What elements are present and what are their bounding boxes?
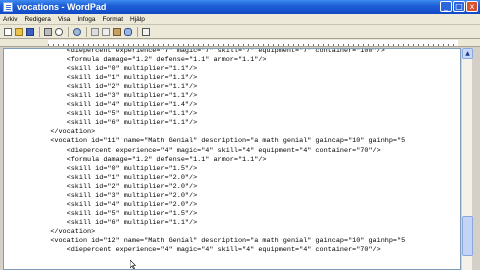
- toolbar: [0, 25, 480, 39]
- wordpad-icon[interactable]: [3, 2, 13, 12]
- save-icon[interactable]: [26, 27, 34, 36]
- undo-icon[interactable]: [124, 27, 132, 36]
- menu-redigera[interactable]: Redigera: [24, 16, 50, 23]
- print-icon[interactable]: [44, 27, 52, 36]
- close-button[interactable]: x: [466, 1, 478, 12]
- document-text: <diepercent experience="7" magic="7" ski…: [34, 48, 406, 255]
- text-line: <skill id="5" multiplier="1.5"/>: [34, 209, 198, 218]
- text-line: <skill id="6" multiplier="1.1"/>: [34, 119, 198, 128]
- menu-hjalp[interactable]: Hjälp: [130, 16, 145, 23]
- text-line: <skill id="3" multiplier="1.1"/>: [34, 92, 198, 101]
- window-controls: _ □ x: [440, 1, 478, 12]
- ruler-scale: [48, 40, 458, 46]
- menu-arkiv[interactable]: Arkiv: [3, 16, 17, 23]
- text-line: <skill id="6" multiplier="1.1"/>: [34, 218, 198, 227]
- text-line: <skill id="5" multiplier="1.1"/>: [34, 110, 198, 119]
- text-line: <vocation id="11" name="Math Genial" des…: [34, 137, 406, 146]
- text-line: <skill id="1" multiplier="2.0"/>: [34, 173, 198, 182]
- new-icon[interactable]: [4, 27, 12, 36]
- text-line: </vocation>: [34, 227, 96, 236]
- print-preview-icon[interactable]: [55, 27, 63, 36]
- ruler[interactable]: [0, 39, 480, 47]
- window-title: vocations - WordPad: [17, 2, 107, 12]
- vertical-scrollbar[interactable]: ▲: [461, 48, 473, 270]
- menu-bar: Arkiv Redigera Visa Infoga Format Hjälp: [0, 14, 480, 25]
- maximize-button[interactable]: □: [453, 1, 465, 12]
- toolbar-separator: [39, 26, 40, 37]
- text-line: <skill id="0" multiplier="1.1"/>: [34, 65, 198, 74]
- text-line: </vocation>: [34, 128, 96, 137]
- text-line: <skill id="4" multiplier="2.0"/>: [34, 200, 198, 209]
- minimize-button[interactable]: _: [440, 1, 452, 12]
- text-line: <diepercent experience="4" magic="4" ski…: [34, 246, 381, 255]
- cut-icon[interactable]: [91, 27, 99, 36]
- text-line: <diepercent experience="7" magic="7" ski…: [34, 48, 385, 55]
- toolbar-separator: [86, 26, 87, 37]
- copy-icon[interactable]: [102, 27, 110, 36]
- text-line: <skill id="4" multiplier="1.4"/>: [34, 101, 198, 110]
- date-time-icon[interactable]: [142, 27, 150, 36]
- text-line: <vocation id="12" name="Math Genial" des…: [34, 236, 406, 245]
- paste-icon[interactable]: [113, 27, 121, 36]
- text-line: <diepercent experience="4" magic="4" ski…: [34, 146, 381, 155]
- menu-infoga[interactable]: Infoga: [77, 16, 95, 23]
- toolbar-separator: [137, 26, 138, 37]
- scroll-thumb[interactable]: [462, 216, 473, 256]
- document-area[interactable]: <diepercent experience="7" magic="7" ski…: [3, 48, 461, 270]
- text-line: <skill id="2" multiplier="2.0"/>: [34, 182, 198, 191]
- title-bar: vocations - WordPad _ □ x: [0, 0, 480, 14]
- mouse-cursor-icon: [130, 260, 136, 269]
- menu-format[interactable]: Format: [102, 16, 123, 23]
- text-line: <skill id="0" multiplier="1.5"/>: [34, 164, 198, 173]
- scroll-up-button[interactable]: ▲: [462, 48, 473, 59]
- find-icon[interactable]: [73, 27, 81, 36]
- text-line: <skill id="2" multiplier="1.1"/>: [34, 83, 198, 92]
- menu-visa[interactable]: Visa: [58, 16, 71, 23]
- text-line: <formula damage="1.2" defense="1.1" armo…: [34, 56, 267, 65]
- toolbar-separator: [68, 26, 69, 37]
- text-line: <skill id="3" multiplier="2.0"/>: [34, 191, 198, 200]
- open-icon[interactable]: [15, 27, 23, 36]
- text-line: <formula damage="1.2" defense="1.1" armo…: [34, 155, 267, 164]
- text-line: <skill id="1" multiplier="1.1"/>: [34, 74, 198, 83]
